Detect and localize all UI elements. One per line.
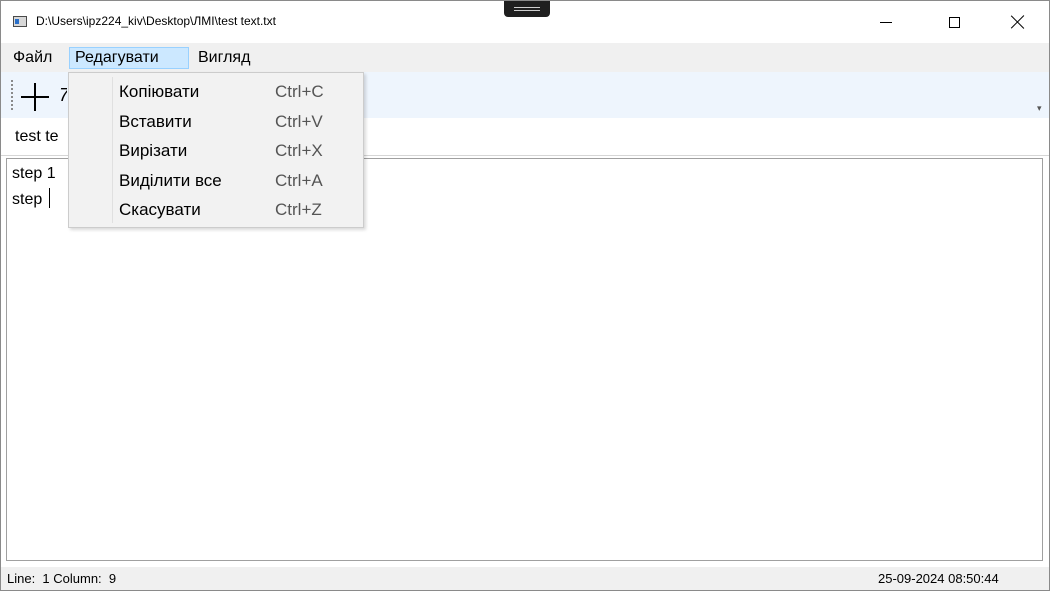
menu-item-shortcut: Ctrl+X	[275, 141, 323, 160]
close-button[interactable]	[995, 1, 1041, 43]
app-window: D:\Users\ipz224_kiv\Desktop\ЛМІ\test tex…	[0, 0, 1050, 591]
snap-handle[interactable]	[504, 1, 550, 17]
title-bar[interactable]: D:\Users\ipz224_kiv\Desktop\ЛМІ\test tex…	[1, 1, 1049, 43]
editor-line: step	[12, 188, 50, 211]
toolbar-button-partial[interactable]: 7	[59, 83, 67, 107]
menu-item-copy[interactable]: Копіювати Ctrl+C	[69, 78, 363, 107]
close-icon	[1011, 15, 1025, 29]
cursor-position: Line: 1 Column: 9	[7, 571, 117, 586]
status-datetime: 25-09-2024 08:50:44	[878, 571, 999, 586]
editor-line-text: step	[12, 191, 47, 208]
menu-view[interactable]: Вигляд	[193, 47, 255, 69]
menu-item-label: Скасувати	[119, 200, 201, 219]
menu-item-shortcut: Ctrl+C	[275, 82, 324, 101]
maximize-icon	[948, 16, 960, 28]
menu-item-label: Вставити	[119, 112, 192, 131]
menu-item-undo[interactable]: Скасувати Ctrl+Z	[69, 196, 363, 225]
status-bar: Line: 1 Column: 9 25-09-2024 08:50:44	[1, 567, 1049, 590]
new-file-icon[interactable]	[19, 81, 51, 113]
menu-edit[interactable]: Редагувати	[69, 47, 189, 69]
menu-item-label: Копіювати	[119, 82, 200, 101]
text-caret	[48, 188, 50, 208]
toolbar-grip[interactable]	[11, 80, 13, 110]
menu-item-shortcut: Ctrl+Z	[275, 200, 322, 219]
menu-item-shortcut: Ctrl+V	[275, 112, 323, 131]
menu-bar: Файл Редагувати Вигляд	[1, 43, 1049, 72]
editor-line: step 1	[12, 165, 56, 182]
menu-item-paste[interactable]: Вставити Ctrl+V	[69, 108, 363, 137]
minimize-button[interactable]	[863, 1, 909, 43]
menu-item-shortcut: Ctrl+A	[275, 171, 323, 190]
menu-item-cut[interactable]: Вирізати Ctrl+X	[69, 137, 363, 166]
edit-menu-dropdown: Копіювати Ctrl+C Вставити Ctrl+V Вирізат…	[68, 72, 364, 228]
toolbar-overflow-icon[interactable]: ▾	[1037, 103, 1042, 114]
menu-file[interactable]: Файл	[8, 47, 57, 69]
menu-item-select-all[interactable]: Виділити все Ctrl+A	[69, 167, 363, 196]
app-icon	[13, 16, 27, 27]
menu-item-label: Виділити все	[119, 171, 222, 190]
window-title: D:\Users\ipz224_kiv\Desktop\ЛМІ\test tex…	[36, 14, 276, 28]
maximize-button[interactable]	[931, 1, 977, 43]
minimize-icon	[880, 21, 892, 23]
menu-item-label: Вирізати	[119, 141, 188, 160]
